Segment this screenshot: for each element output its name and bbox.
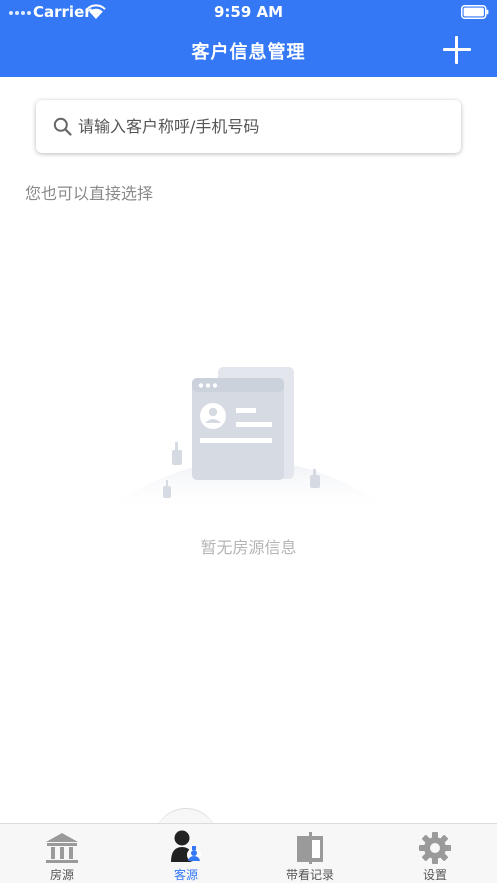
- gear-icon: [419, 832, 451, 864]
- tab-label: 房源: [49, 868, 74, 882]
- door-icon: [297, 832, 323, 864]
- tab-customers[interactable]: 客源: [124, 824, 248, 883]
- building-icon: [46, 833, 78, 863]
- tab-settings[interactable]: 设置: [373, 824, 497, 883]
- battery-icon: [461, 5, 489, 19]
- tab-label: 带看记录: [285, 868, 334, 882]
- status-time: 9:59 AM: [213, 3, 284, 21]
- status-bar: Carrier 9:59 AM: [0, 0, 497, 24]
- tab-listings[interactable]: 房源: [0, 824, 124, 883]
- nav-bar: 客户信息管理: [0, 24, 497, 77]
- hint-text: 您也可以直接选择: [25, 184, 154, 203]
- search-input[interactable]: [78, 100, 448, 153]
- tab-bar: 房源 客源 带看记录 设置: [0, 823, 497, 883]
- customer-icon: [171, 830, 201, 862]
- empty-state-text: 暂无房源信息: [200, 538, 297, 557]
- header: Carrier 9:59 AM 客户信息管理: [0, 0, 497, 77]
- empty-profile-illustration: [98, 367, 398, 515]
- tab-label: 客源: [173, 868, 198, 882]
- search-icon: [53, 117, 72, 136]
- tab-label: 设置: [422, 868, 447, 882]
- page-title: 客户信息管理: [191, 42, 306, 63]
- tab-viewing-records[interactable]: 带看记录: [248, 824, 372, 883]
- search-box[interactable]: [36, 100, 461, 153]
- add-customer-button[interactable]: [441, 34, 473, 66]
- customer-management-screen: Carrier 9:59 AM 客户信息管理 您也可以直接选择: [0, 0, 497, 883]
